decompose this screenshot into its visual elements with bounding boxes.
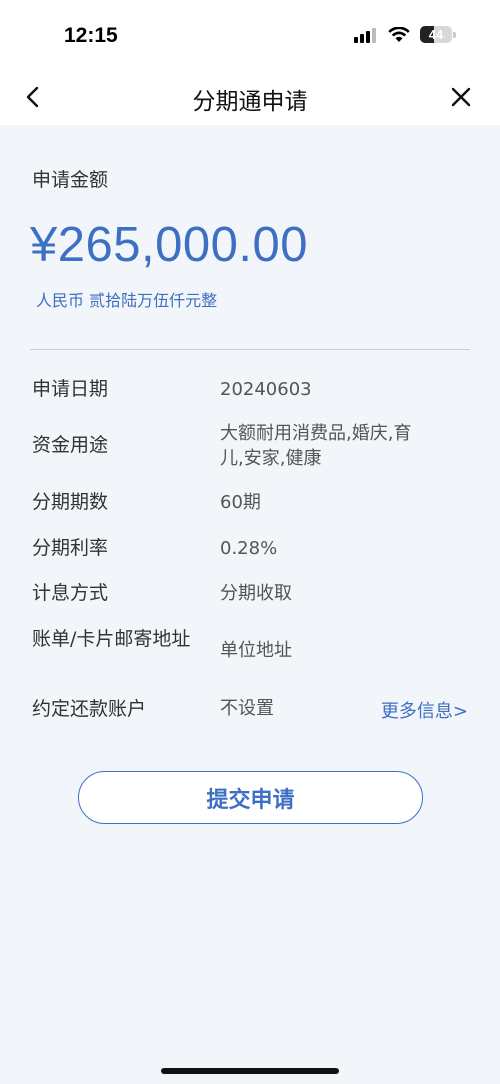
detail-label-purpose: 资金用途	[32, 434, 109, 456]
detail-value-date: 20240603	[220, 379, 312, 400]
page-title: 分期通申请	[192, 89, 308, 115]
detail-label-mailing-address: 账单/卡片邮寄地址	[32, 628, 191, 650]
detail-label-rate: 分期利率	[32, 537, 109, 559]
submit-application-button[interactable]: 提交申请	[78, 771, 423, 824]
wifi-icon	[388, 26, 410, 42]
status-time: 12:15	[64, 24, 118, 47]
close-icon[interactable]	[450, 86, 472, 108]
status-icons: 44	[354, 26, 456, 43]
detail-value-mailing-address: 单位地址	[220, 640, 292, 661]
amount-value: ¥265,000.00	[30, 218, 308, 272]
battery-cap	[453, 31, 456, 38]
detail-label-interest-method: 计息方式	[32, 582, 109, 604]
detail-label-repayment-account: 约定还款账户	[32, 698, 147, 720]
detail-label-date: 申请日期	[32, 378, 109, 400]
battery-icon: 44	[420, 26, 452, 43]
application-form: 申请金额 ¥265,000.00 人民币 贰拾陆万伍仟元整 申请日期 20240…	[0, 125, 500, 1084]
battery-level: 44	[428, 27, 444, 42]
detail-label-terms: 分期期数	[32, 491, 109, 513]
nav-bar: 分期通申请	[0, 70, 500, 125]
divider	[30, 349, 470, 350]
home-indicator[interactable]	[161, 1068, 339, 1074]
detail-value-purpose: 大额耐用消费品,婚庆,育儿,安家,健康	[220, 423, 412, 469]
more-info-link[interactable]: 更多信息>	[381, 697, 468, 723]
detail-value-interest-method: 分期收取	[220, 583, 292, 604]
detail-value-rate: 0.28%	[220, 538, 278, 559]
status-bar: 12:15 44	[0, 0, 500, 70]
signal-icon	[354, 27, 378, 43]
detail-value-terms: 60期	[220, 492, 261, 513]
amount-label: 申请金额	[32, 169, 109, 191]
detail-value-repayment-account[interactable]: 不设置	[220, 697, 340, 721]
amount-in-words: 人民币 贰拾陆万伍仟元整	[36, 291, 218, 310]
